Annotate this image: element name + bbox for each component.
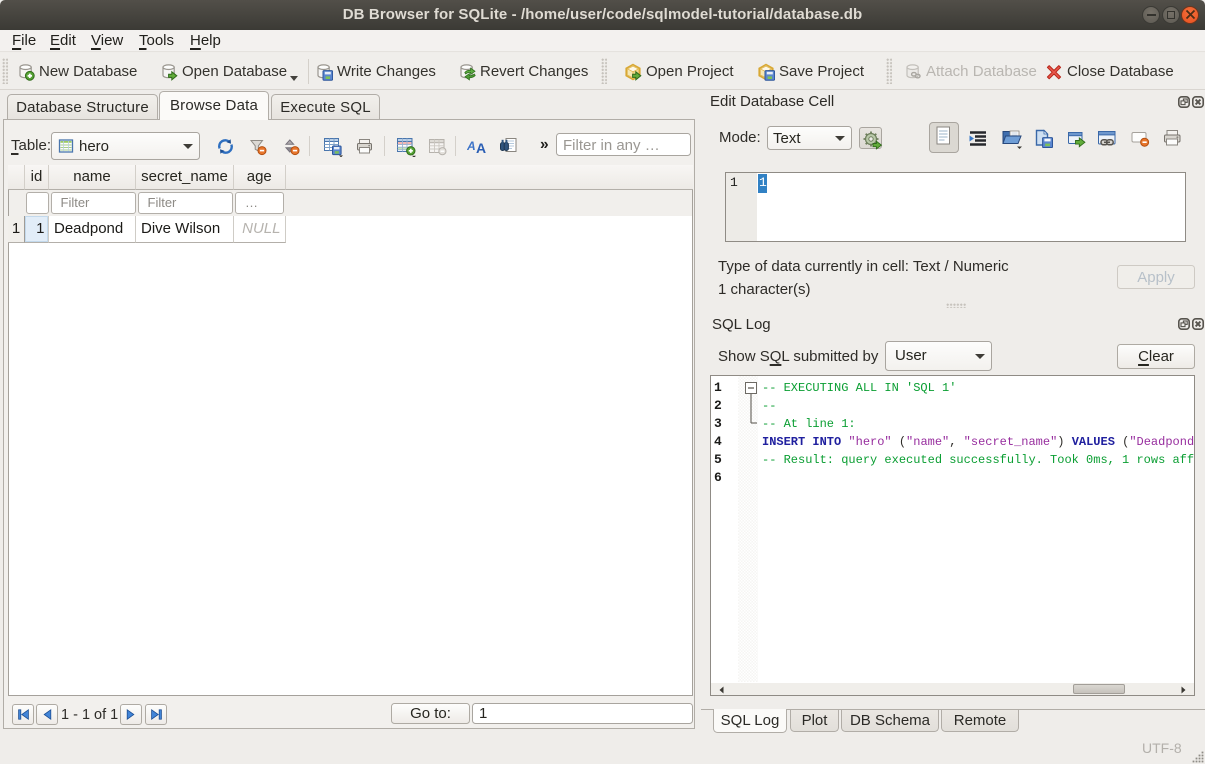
svg-text:A: A — [476, 140, 486, 156]
svg-text:A: A — [467, 139, 476, 153]
